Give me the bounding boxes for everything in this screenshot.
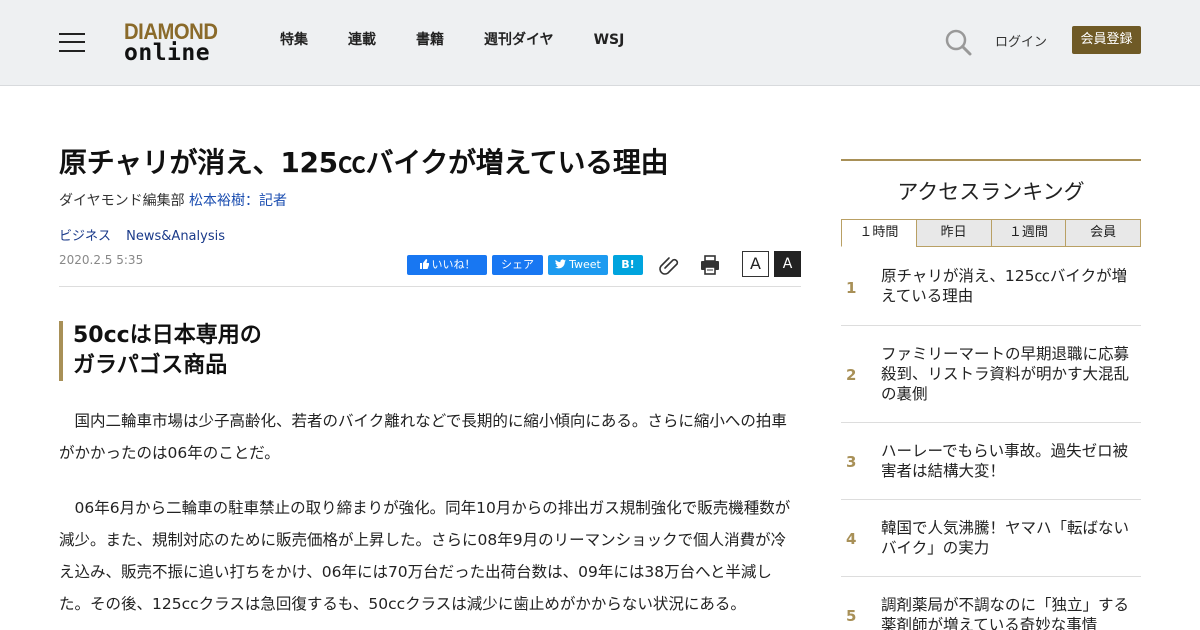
ranking-title: アクセスランキング bbox=[897, 180, 1085, 204]
nav-item-rensai[interactable]: 連載 bbox=[348, 30, 376, 52]
facebook-share-button[interactable]: シェア bbox=[492, 255, 543, 275]
twitter-bird-icon bbox=[555, 259, 567, 269]
register-button[interactable]: 会員登録 bbox=[1072, 26, 1141, 54]
ranking-title-text: ファミリーマートの早期退職に応募殺到、リストラ資料が明かす大混乱の裏側 bbox=[881, 345, 1130, 403]
nav-item-wsj[interactable]: WSJ bbox=[594, 30, 625, 52]
ranking-item[interactable]: 3 ハーレーでもらい事故。過失ゼロ被害者は結構大変！ bbox=[841, 423, 1141, 500]
author-link[interactable]: 松本裕樹：記者 bbox=[189, 193, 287, 209]
article-subheading: 50ccは日本専用の ガラパゴス商品 bbox=[59, 321, 759, 381]
article-paragraph-1: 国内二輪車市場は少子高齢化、若者のバイク離れなどで長期的に縮小傾向にある。さらに… bbox=[59, 412, 787, 462]
site-logo[interactable]: DIAMOND online bbox=[124, 20, 228, 66]
subheading-line2: ガラパゴス商品 bbox=[73, 353, 228, 378]
article-tags: ビジネス News&Analysis bbox=[59, 225, 236, 244]
ranking-number: 3 bbox=[846, 453, 857, 471]
like-label: いいね！ bbox=[431, 258, 476, 271]
nav-item-weekly-diamond[interactable]: 週刊ダイヤ bbox=[484, 30, 554, 52]
tag-business[interactable]: ビジネス bbox=[59, 229, 111, 244]
tab-members[interactable]: 会員 bbox=[1065, 219, 1141, 247]
tag-news-analysis[interactable]: News&Analysis bbox=[126, 229, 225, 244]
hatena-bookmark-button[interactable]: B! bbox=[613, 255, 643, 275]
ranking-number: 4 bbox=[846, 530, 857, 548]
ranking-item[interactable]: 4 韓国で人気沸騰！ヤマハ「転ばないバイク」の実力 bbox=[841, 500, 1141, 577]
site-header: DIAMOND online 特集 連載 書籍 週刊ダイヤ WSJ ログイン 会… bbox=[0, 0, 1200, 86]
ranking-title-text: 調剤薬局が不調なのに「独立」する薬剤師が増えている奇妙な事情 bbox=[881, 596, 1130, 630]
tab-1-hour[interactable]: １時間 bbox=[841, 219, 917, 247]
tweet-label: Tweet bbox=[569, 258, 601, 271]
article-title: 原チャリが消え、125㏄バイクが増えている理由 bbox=[59, 146, 669, 179]
font-size-small-button[interactable]: A bbox=[742, 251, 769, 277]
nav-item-shoseki[interactable]: 書籍 bbox=[416, 30, 444, 52]
menu-icon[interactable] bbox=[59, 31, 85, 53]
thumbs-up-icon bbox=[419, 259, 429, 269]
login-link[interactable]: ログイン bbox=[995, 31, 1047, 50]
nav-item-tokushu[interactable]: 特集 bbox=[280, 30, 308, 52]
tweet-button[interactable]: Tweet bbox=[548, 255, 608, 275]
main-nav: 特集 連載 書籍 週刊ダイヤ WSJ bbox=[280, 30, 664, 52]
author-department: ダイヤモンド編集部 bbox=[59, 193, 190, 209]
article-divider bbox=[59, 286, 801, 287]
ranking-number: 1 bbox=[846, 279, 857, 297]
facebook-like-button[interactable]: いいね！ bbox=[407, 255, 487, 275]
print-icon[interactable] bbox=[699, 254, 721, 276]
sidebar-top-rule bbox=[841, 159, 1141, 161]
article-author: ダイヤモンド編集部 松本裕樹：記者 bbox=[59, 190, 287, 210]
ranking-item[interactable]: 5 調剤薬局が不調なのに「独立」する薬剤師が増えている奇妙な事情 bbox=[841, 577, 1141, 630]
ranking-tabs: １時間 昨日 １週間 会員 bbox=[841, 219, 1141, 247]
ranking-item[interactable]: 2 ファミリーマートの早期退職に応募殺到、リストラ資料が明かす大混乱の裏側 bbox=[841, 326, 1141, 423]
ranking-title-text: 原チャリが消え、125㏄バイクが増えている理由 bbox=[881, 267, 1128, 305]
article-paragraph-2: 06年6月から二輪車の駐車禁止の取り締まりが強化。同年10月からの排出ガス規制強… bbox=[59, 499, 791, 613]
subheading-line1: 50ccは日本専用の bbox=[73, 323, 262, 348]
ranking-title-text: ハーレーでもらい事故。過失ゼロ被害者は結構大変！ bbox=[881, 442, 1129, 480]
ranking-title-text: 韓国で人気沸騰！ヤマハ「転ばないバイク」の実力 bbox=[881, 519, 1130, 557]
ranking-number: 2 bbox=[846, 366, 857, 384]
tab-yesterday[interactable]: 昨日 bbox=[915, 219, 992, 247]
paperclip-icon[interactable] bbox=[659, 254, 681, 276]
share-buttons: いいね！ シェア Tweet B! bbox=[407, 255, 648, 275]
ranking-item[interactable]: 1 原チャリが消え、125㏄バイクが増えている理由 bbox=[841, 248, 1141, 326]
ranking-number: 5 bbox=[846, 607, 857, 625]
tab-1-week[interactable]: １週間 bbox=[990, 219, 1067, 247]
search-icon[interactable] bbox=[944, 28, 972, 56]
article-date: 2020.2.5 5:35 bbox=[59, 253, 144, 267]
font-size-large-button[interactable]: A bbox=[774, 251, 801, 277]
logo-online: online bbox=[124, 40, 211, 66]
